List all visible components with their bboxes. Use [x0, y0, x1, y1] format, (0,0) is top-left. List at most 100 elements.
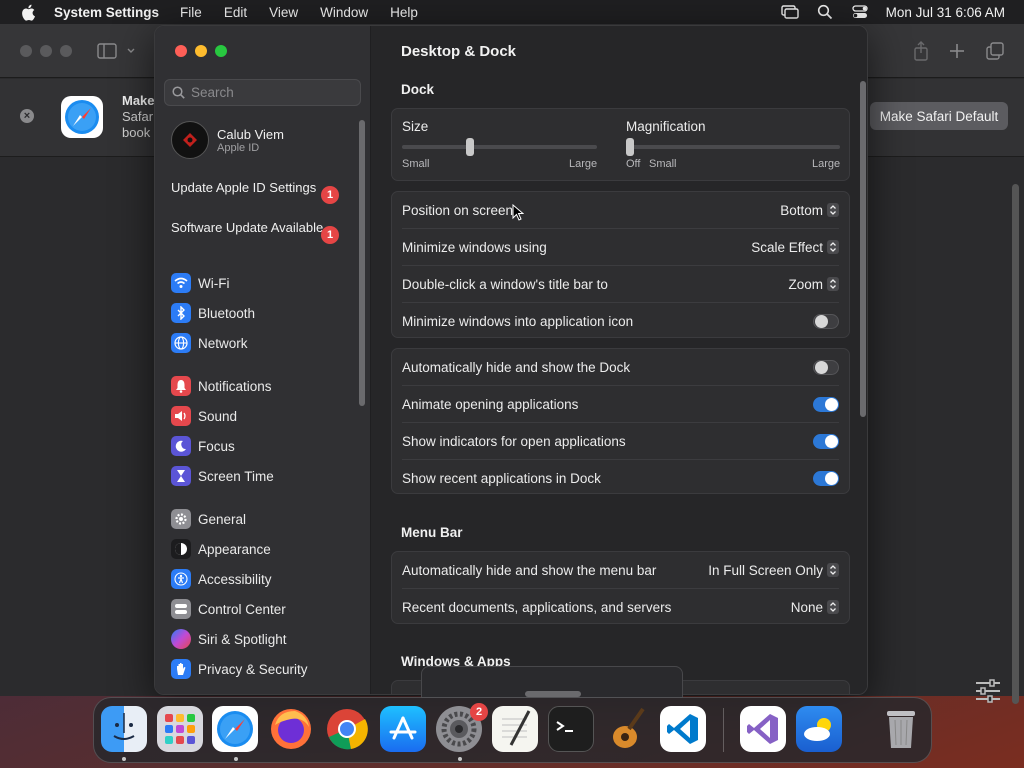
tab-overview-icon[interactable]	[984, 40, 1006, 62]
dock-size-card: Size Small Large Magnification Off Small…	[391, 108, 850, 181]
autohide-menubar-select[interactable]: In Full Screen Only	[708, 562, 839, 578]
menu-file[interactable]: File	[180, 5, 202, 20]
sidebar-scrollbar[interactable]	[359, 120, 365, 406]
sidebar-item-wifi[interactable]: Wi-Fi	[171, 272, 229, 294]
gear-icon	[171, 509, 191, 529]
weather-icon[interactable]	[796, 706, 842, 752]
app-name-menu[interactable]: System Settings	[54, 5, 159, 20]
sidebar-item-general[interactable]: General	[171, 508, 246, 530]
launchpad-icon[interactable]	[157, 706, 203, 752]
safari-scrollbar[interactable]	[1012, 184, 1019, 704]
sidebar-item-label: Control Center	[198, 601, 286, 617]
autohide-menubar-label: Automatically hide and show the menu bar	[402, 562, 657, 578]
new-tab-plus-icon[interactable]	[946, 40, 968, 62]
recent-apps-toggle[interactable]	[813, 470, 839, 486]
magnification-slider-thumb[interactable]	[626, 138, 634, 156]
safari-app-icon	[61, 96, 103, 138]
dock-toggles-card: Automatically hide and show the Dock Ani…	[391, 348, 850, 494]
sidebar-item-focus[interactable]: Focus	[171, 435, 235, 457]
up-down-chevron-icon	[827, 563, 839, 577]
minimize-into-icon-label: Minimize windows into application icon	[402, 313, 634, 329]
chrome-icon[interactable]	[324, 706, 370, 752]
sidebar-item-accessibility[interactable]: Accessibility	[171, 568, 272, 590]
up-down-chevron-icon	[827, 600, 839, 614]
minimize-into-icon-row: Minimize windows into application icon	[402, 310, 839, 332]
chevron-down-icon[interactable]	[124, 40, 138, 62]
visual-studio-icon[interactable]	[740, 706, 786, 752]
menubar-clock[interactable]: Mon Jul 31 6:06 AM	[886, 5, 1005, 20]
profile-name: Calub Viem	[217, 126, 284, 142]
sidebar-item-network[interactable]: Network	[171, 332, 248, 354]
safari-minimize-button[interactable]	[40, 45, 52, 57]
finder-icon[interactable]	[101, 706, 147, 752]
search-input[interactable]	[191, 85, 351, 100]
banner-close-icon[interactable]: ×	[20, 109, 34, 123]
banner-title: Make	[122, 93, 155, 108]
double-click-label: Double-click a window's title bar to	[402, 276, 608, 292]
software-update-notice[interactable]: Software Update Available	[171, 220, 341, 236]
sidebar-item-siri-spotlight[interactable]: Siri & Spotlight	[171, 628, 287, 650]
position-label: Position on screen	[402, 202, 514, 218]
screen-mirroring-icon[interactable]	[780, 4, 799, 20]
menu-edit[interactable]: Edit	[224, 5, 247, 20]
size-slider-thumb[interactable]	[466, 138, 475, 156]
minimize-using-label: Minimize windows using	[402, 239, 547, 255]
sidebar-item-label: Notifications	[198, 378, 272, 394]
position-value: Bottom	[780, 202, 823, 218]
menu-view[interactable]: View	[269, 5, 298, 20]
sidebar-item-privacy-security[interactable]: Privacy & Security	[171, 658, 308, 680]
magnification-max-label: Large	[812, 158, 841, 170]
firefox-icon[interactable]	[268, 706, 314, 752]
double-click-select[interactable]: Zoom	[788, 276, 839, 292]
sidebar-item-appearance[interactable]: Appearance	[171, 538, 271, 560]
textedit-icon[interactable]	[492, 706, 538, 752]
make-safari-default-button[interactable]: Make Safari Default	[870, 102, 1008, 130]
dock-hover-popup	[421, 666, 683, 698]
sidebar-item-label: Sound	[198, 408, 238, 424]
minimize-using-select[interactable]: Scale Effect	[751, 239, 839, 255]
sidebar-item-sound[interactable]: Sound	[171, 405, 237, 427]
running-indicator	[234, 757, 238, 761]
double-click-row: Double-click a window's title bar to Zoo…	[402, 273, 839, 295]
apple-menu-icon[interactable]	[18, 2, 38, 22]
app-store-icon[interactable]	[380, 706, 426, 752]
share-icon[interactable]	[910, 40, 932, 62]
apple-id-profile[interactable]: Calub Viem Apple ID	[171, 120, 351, 160]
banner-line-2: Safar	[122, 109, 154, 124]
size-label: Size	[402, 119, 429, 134]
zoom-button[interactable]	[215, 45, 227, 57]
autohide-dock-row: Automatically hide and show the Dock	[402, 356, 839, 378]
position-select[interactable]: Bottom	[780, 202, 839, 218]
trash-icon[interactable]	[878, 706, 924, 752]
safari-zoom-button[interactable]	[60, 45, 72, 57]
safari-icon[interactable]	[212, 706, 258, 752]
sidebar-search[interactable]	[164, 79, 361, 106]
indicators-toggle[interactable]	[813, 433, 839, 449]
page-settings-sliders-icon[interactable]	[974, 678, 1002, 704]
content-scrollbar[interactable]	[860, 81, 866, 417]
sidebar-item-screen-time[interactable]: Screen Time	[171, 465, 274, 487]
terminal-icon[interactable]	[548, 706, 594, 752]
control-center-menu-icon[interactable]	[851, 4, 869, 20]
close-button[interactable]	[175, 45, 187, 57]
update-apple-id-notice[interactable]: Update Apple ID Settings	[171, 180, 341, 196]
sidebar-item-bluetooth[interactable]: Bluetooth	[171, 302, 255, 324]
spotlight-search-icon[interactable]	[816, 4, 834, 20]
size-slider[interactable]	[402, 145, 597, 149]
recent-docs-select[interactable]: None	[791, 599, 839, 615]
magnification-slider[interactable]	[626, 145, 840, 149]
menu-window[interactable]: Window	[320, 5, 368, 20]
garageband-icon[interactable]	[604, 706, 650, 752]
sidebar-toggle-icon[interactable]	[96, 40, 118, 62]
dock-separator	[723, 708, 724, 752]
autohide-dock-toggle[interactable]	[813, 359, 839, 375]
sidebar-item-notifications[interactable]: Notifications	[171, 375, 272, 397]
minimize-into-icon-toggle[interactable]	[813, 313, 839, 329]
vscode-icon[interactable]	[660, 706, 706, 752]
minimize-button[interactable]	[195, 45, 207, 57]
sidebar-item-label: Privacy & Security	[198, 661, 308, 677]
sidebar-item-control-center[interactable]: Control Center	[171, 598, 286, 620]
menu-help[interactable]: Help	[390, 5, 418, 20]
animate-toggle[interactable]	[813, 396, 839, 412]
safari-close-button[interactable]	[20, 45, 32, 57]
